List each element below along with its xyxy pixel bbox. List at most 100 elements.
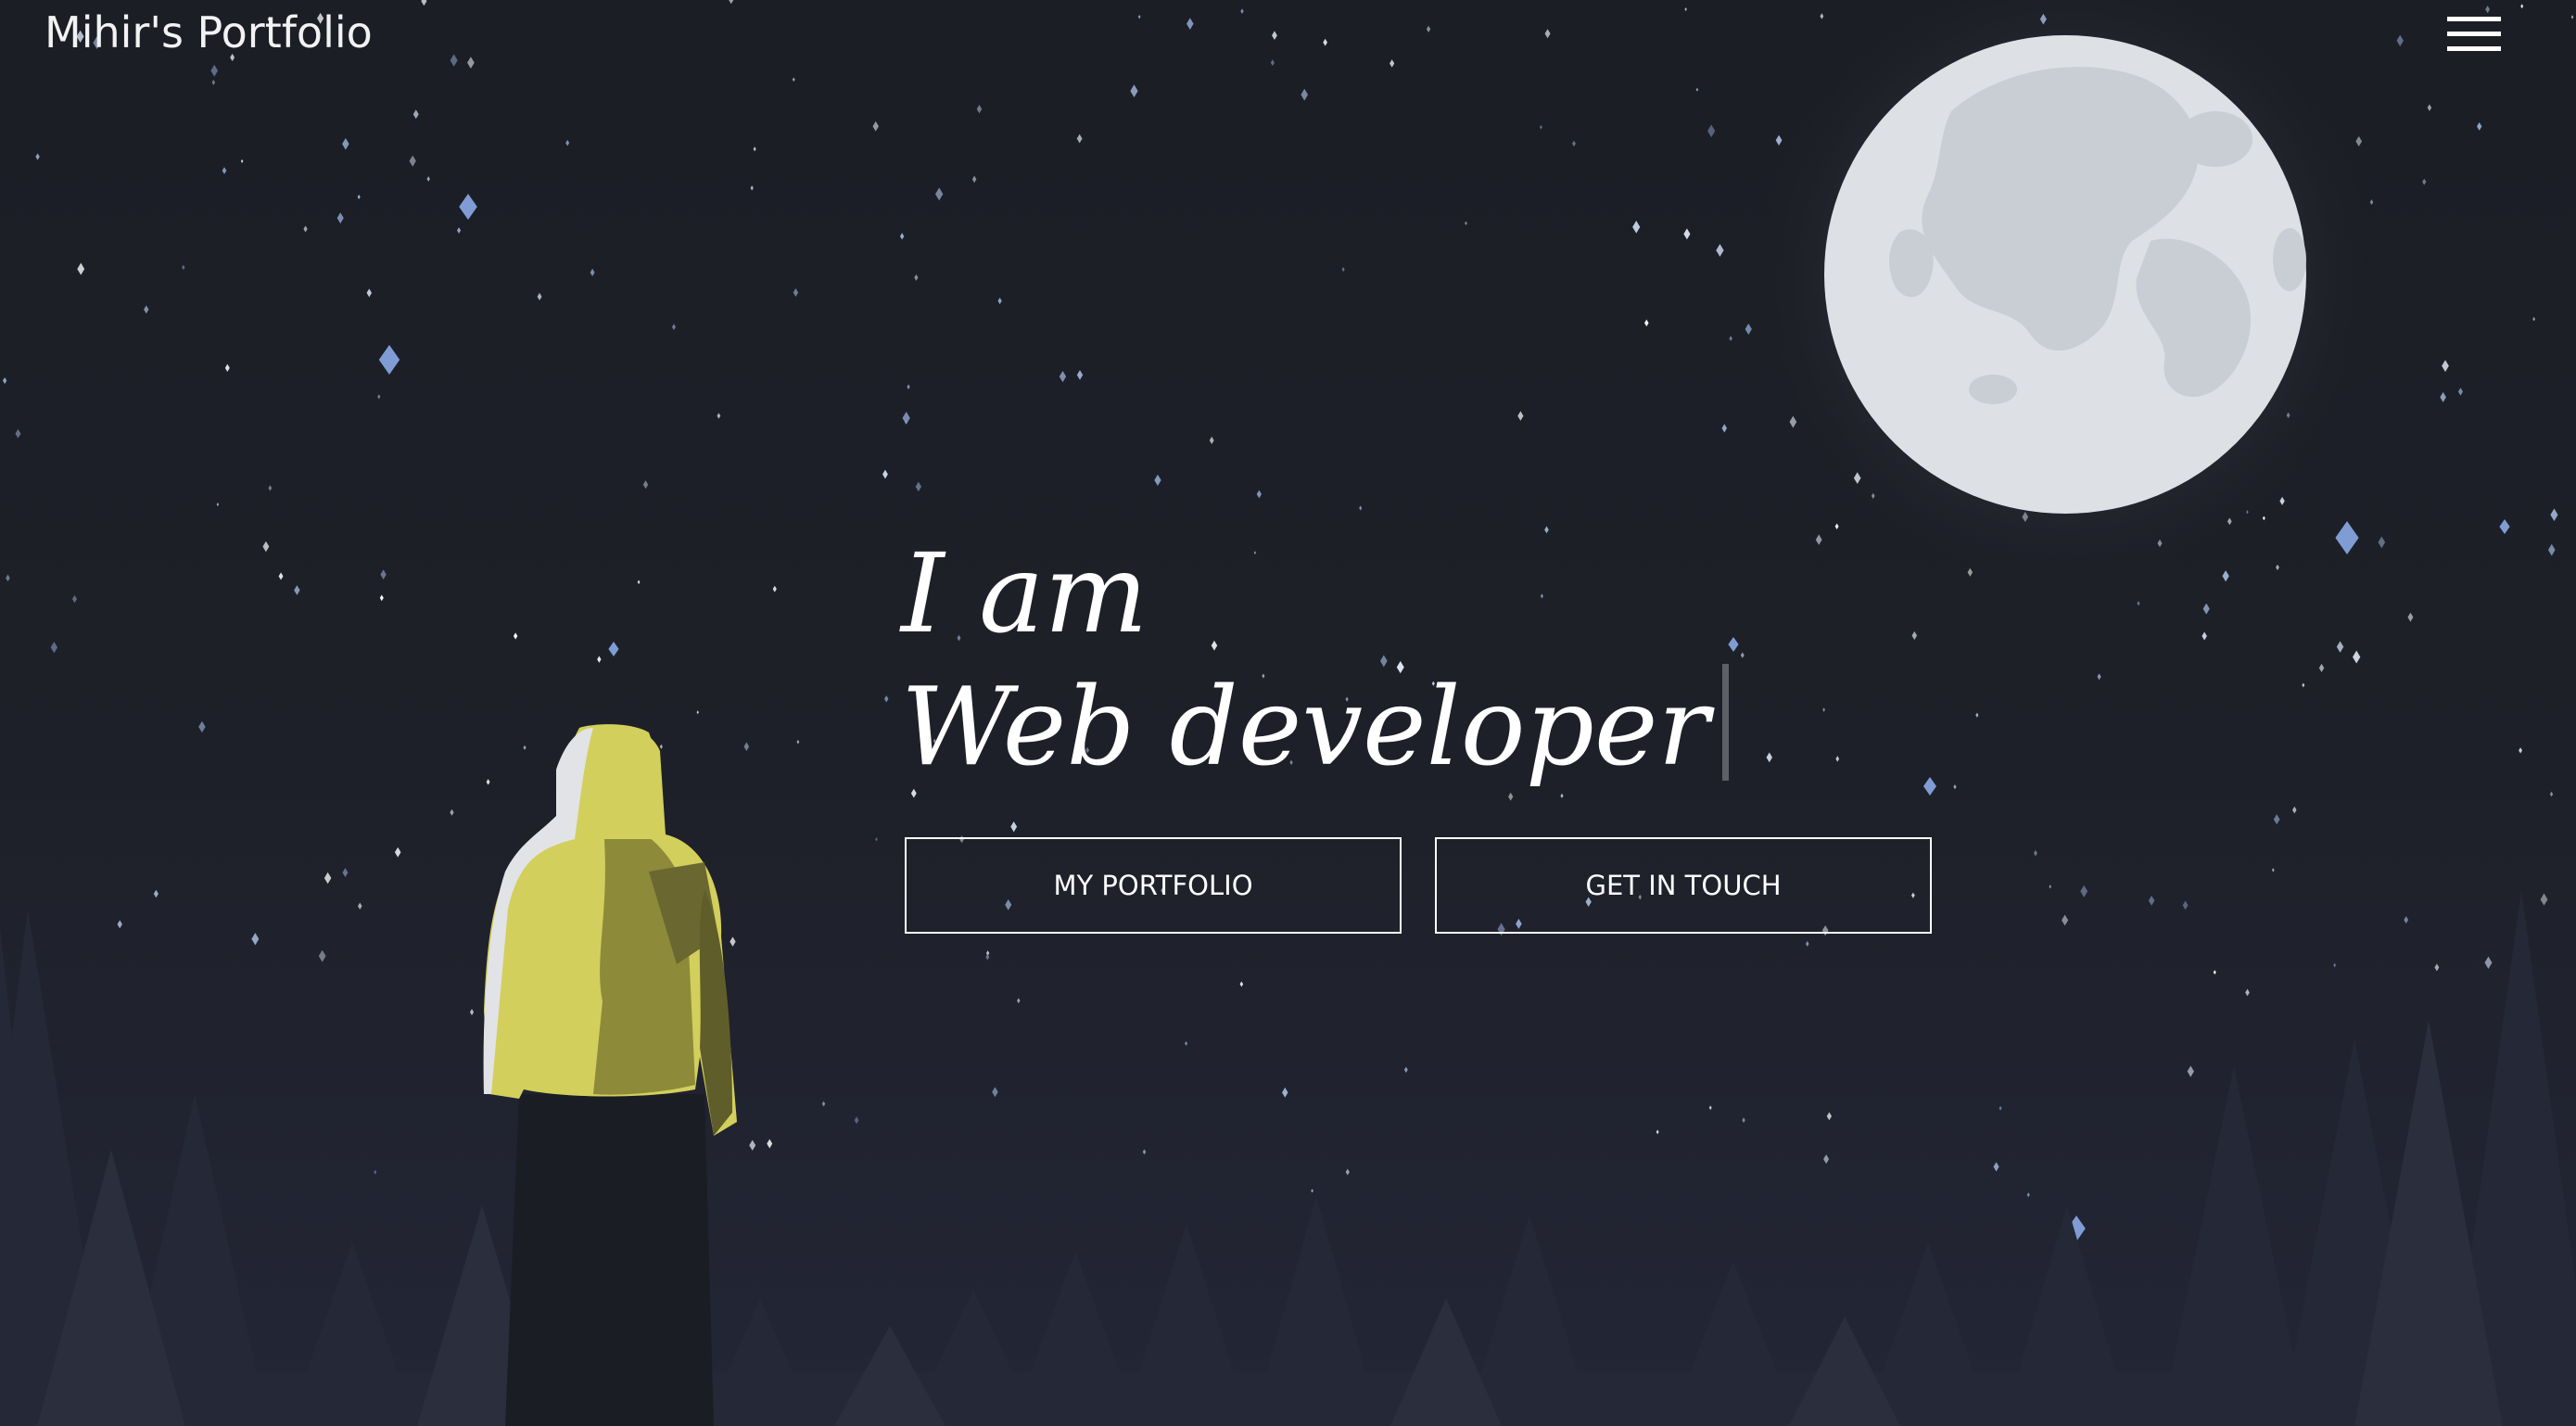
star-shape	[211, 79, 216, 85]
star-shape	[2440, 391, 2446, 402]
star-shape	[992, 1087, 998, 1098]
star-shape	[1142, 1149, 1147, 1155]
star-shape	[336, 212, 344, 224]
star-shape	[294, 585, 300, 595]
hooded-figure-icon	[483, 724, 737, 1426]
star-shape	[796, 739, 800, 745]
star-shape	[642, 480, 649, 490]
star-shape	[882, 469, 888, 479]
star-shape	[210, 64, 219, 77]
star-shape	[637, 579, 641, 585]
star-shape	[2335, 521, 2359, 554]
star-shape	[2499, 519, 2510, 534]
star-shape	[1544, 29, 1551, 39]
star-shape	[935, 187, 944, 201]
star-shape	[15, 428, 21, 439]
star-shape	[976, 104, 983, 114]
star-shape	[749, 1140, 756, 1152]
star-shape	[2532, 316, 2535, 322]
star-shape	[1656, 1129, 1659, 1135]
star-shape	[1953, 783, 1957, 790]
star-shape	[872, 121, 879, 132]
star-shape	[2026, 1192, 2030, 1198]
star-shape	[421, 0, 427, 6]
star-shape	[1766, 752, 1772, 763]
star-shape	[1341, 267, 1345, 273]
star-shape	[1390, 59, 1395, 68]
star-shape	[2355, 135, 2363, 146]
star-shape	[730, 936, 736, 947]
star-shape	[792, 77, 795, 83]
star-shape	[1740, 652, 1745, 658]
star-shape	[2422, 178, 2427, 185]
star-shape	[412, 109, 419, 120]
star-shape	[357, 194, 361, 200]
star-shape	[1517, 411, 1524, 421]
star-shape	[2148, 895, 2155, 906]
star-shape	[318, 949, 326, 962]
star-shape	[2222, 570, 2229, 582]
star-shape	[1359, 505, 1363, 511]
star-shape	[1323, 38, 1328, 46]
star-shape	[772, 585, 777, 592]
star-shape	[426, 176, 430, 182]
star-shape	[2333, 962, 2337, 968]
get-in-touch-button[interactable]: GET IN TOUCH	[1435, 837, 1932, 934]
star-shape	[2318, 663, 2325, 672]
star-shape	[377, 394, 381, 400]
star-shape	[671, 324, 676, 330]
star-shape	[2182, 900, 2189, 910]
star-shape	[2485, 6, 2491, 14]
star-shape	[486, 779, 490, 785]
star-shape	[717, 413, 721, 419]
star-shape	[902, 411, 910, 425]
my-portfolio-button[interactable]: MY PORTFOLIO	[905, 837, 1402, 934]
star-shape	[2213, 970, 2216, 975]
star-shape	[537, 292, 542, 301]
hamburger-menu-icon[interactable]	[2443, 13, 2503, 57]
star-shape	[884, 695, 889, 703]
star-shape	[303, 225, 308, 233]
star-shape	[1345, 1168, 1350, 1176]
star-shape	[1911, 630, 1918, 641]
star-shape	[224, 363, 230, 373]
star-shape	[182, 264, 185, 271]
star-shape	[1683, 228, 1691, 240]
star-shape	[523, 745, 527, 750]
star-shape	[875, 837, 878, 842]
star-shape	[374, 1169, 377, 1175]
star-shape	[35, 153, 40, 160]
star-shape	[2404, 916, 2409, 924]
star-shape	[743, 742, 750, 751]
star-shape	[753, 146, 756, 152]
star-shape	[971, 175, 977, 184]
star-shape	[2049, 885, 2052, 889]
star-shape	[1301, 88, 1309, 101]
star-shape	[2202, 603, 2210, 615]
star-shape	[854, 1116, 859, 1125]
star-shape	[2547, 543, 2556, 556]
star-shape	[1975, 712, 1979, 718]
star-shape	[1426, 25, 1431, 32]
star-shape	[1695, 87, 1699, 92]
star-shape	[1270, 59, 1275, 67]
star-shape	[1209, 436, 1214, 445]
star-shape	[342, 868, 349, 878]
star-shape	[2202, 631, 2207, 641]
star-shape	[608, 642, 619, 656]
star-shape	[153, 889, 159, 898]
star-shape	[1010, 821, 1018, 833]
star-shape	[899, 233, 905, 240]
star-shape	[2427, 104, 2432, 111]
star-shape	[2519, 747, 2523, 754]
star-shape	[1834, 523, 1839, 530]
star-shape	[2352, 650, 2361, 664]
brand-logo-link[interactable]: Mihir's Portfolio	[44, 7, 373, 57]
typing-cursor	[1721, 664, 1729, 781]
star-shape	[222, 167, 227, 174]
star-shape	[907, 384, 910, 390]
star-shape	[750, 185, 754, 191]
star-shape	[1835, 756, 1840, 762]
star-shape	[409, 155, 416, 167]
star-shape	[1708, 1105, 1712, 1111]
